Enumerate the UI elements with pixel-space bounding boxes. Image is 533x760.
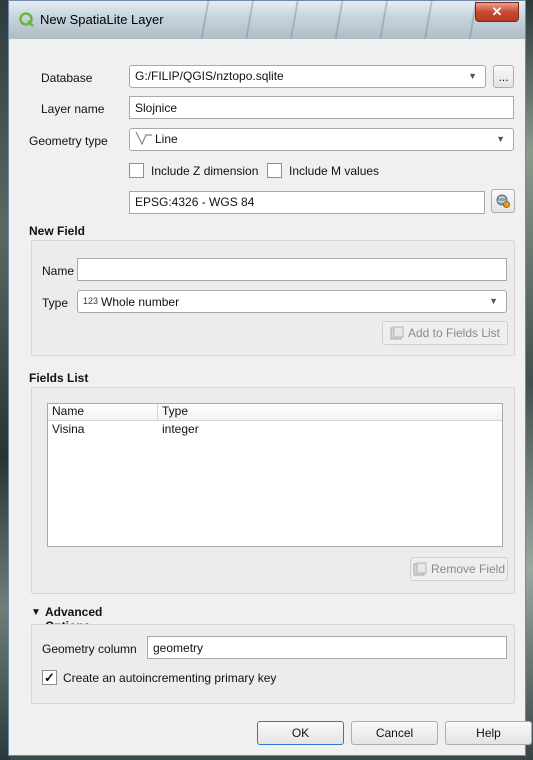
chevron-down-icon: ▼ bbox=[489, 296, 498, 306]
number-type-icon: 123 bbox=[83, 296, 99, 306]
table-header: Name Type bbox=[48, 404, 502, 421]
advanced-options-group: Geometry column ✓ Create an autoincremen… bbox=[31, 624, 515, 704]
field-type-value: Whole number bbox=[101, 295, 180, 309]
remove-field-label: Remove Field bbox=[430, 562, 506, 576]
fields-table[interactable]: Name Type Visina integer bbox=[47, 403, 503, 547]
help-button[interactable]: Help bbox=[445, 721, 532, 745]
geometry-column-label: Geometry column bbox=[42, 642, 137, 656]
browse-label: ... bbox=[498, 69, 509, 84]
dialog-content: Database G:/FILIP/QGIS/nztopo.sqlite ▼ .… bbox=[21, 39, 532, 755]
qgis-icon bbox=[19, 12, 34, 27]
geometry-column-input[interactable] bbox=[147, 636, 507, 659]
table-row[interactable]: Visina integer bbox=[48, 422, 502, 438]
fields-list-group: Name Type Visina integer Remove Field bbox=[31, 387, 515, 594]
globe-crs-icon bbox=[496, 194, 510, 208]
new-field-group: Name Type 123 Whole number ▼ Add to Field… bbox=[31, 240, 515, 356]
triangle-down-icon: ▼ bbox=[31, 607, 41, 618]
remove-field-button[interactable]: Remove Field bbox=[410, 557, 508, 581]
layer-name-label: Layer name bbox=[41, 102, 105, 116]
chevron-down-icon: ▼ bbox=[496, 134, 505, 144]
include-z-checkbox[interactable] bbox=[129, 163, 144, 178]
help-label: Help bbox=[476, 726, 501, 740]
add-field-icon bbox=[390, 326, 404, 340]
row-name-cell: Visina bbox=[52, 422, 85, 436]
field-type-combobox[interactable]: 123 Whole number ▼ bbox=[77, 290, 507, 313]
column-header-type[interactable]: Type bbox=[158, 404, 504, 420]
browse-database-button[interactable]: ... bbox=[493, 65, 514, 88]
field-type-label: Type bbox=[42, 296, 69, 310]
dialog-window: New SpatiaLite Layer ✕ Database G:/FILIP… bbox=[8, 0, 532, 756]
field-name-input[interactable] bbox=[77, 258, 507, 281]
remove-field-icon bbox=[413, 562, 427, 576]
database-combobox[interactable]: G:/FILIP/QGIS/nztopo.sqlite ▼ bbox=[129, 65, 486, 88]
check-icon: ✓ bbox=[44, 670, 55, 685]
window-title: New SpatiaLite Layer bbox=[40, 12, 164, 27]
cancel-label: Cancel bbox=[375, 726, 414, 740]
primary-key-label: Create an autoincrementing primary key bbox=[63, 671, 277, 685]
cancel-button[interactable]: Cancel bbox=[351, 721, 438, 745]
fields-list-title: Fields List bbox=[29, 371, 89, 385]
new-field-title: New Field bbox=[29, 224, 86, 238]
crs-selector[interactable]: EPSG:4326 - WGS 84 bbox=[129, 191, 485, 214]
database-label: Database bbox=[41, 71, 93, 85]
add-to-fields-list-label: Add to Fields List bbox=[407, 326, 501, 340]
title-bar-texture bbox=[189, 1, 489, 39]
ok-label: OK bbox=[291, 726, 310, 740]
geometry-type-label: Geometry type bbox=[29, 134, 108, 148]
include-m-checkbox[interactable] bbox=[267, 163, 282, 178]
line-geometry-icon bbox=[135, 131, 152, 146]
chevron-down-icon: ▼ bbox=[468, 71, 477, 81]
title-bar[interactable]: New SpatiaLite Layer ✕ bbox=[9, 1, 525, 39]
select-crs-button[interactable] bbox=[491, 189, 515, 213]
field-name-label: Name bbox=[42, 264, 75, 278]
close-icon: ✕ bbox=[491, 4, 503, 19]
row-type-cell: integer bbox=[162, 422, 199, 436]
include-m-label: Include M values bbox=[289, 164, 380, 178]
layer-name-input[interactable] bbox=[129, 96, 514, 119]
column-header-name[interactable]: Name bbox=[48, 404, 158, 420]
add-to-fields-list-button[interactable]: Add to Fields List bbox=[382, 321, 508, 345]
geometry-type-value: Line bbox=[155, 132, 178, 146]
include-z-label: Include Z dimension bbox=[151, 164, 259, 178]
primary-key-checkbox[interactable]: ✓ bbox=[42, 670, 57, 685]
geometry-type-combobox[interactable]: Line ▼ bbox=[129, 128, 514, 151]
crs-value: EPSG:4326 - WGS 84 bbox=[135, 195, 255, 209]
ok-button[interactable]: OK bbox=[257, 721, 344, 745]
close-button[interactable]: ✕ bbox=[475, 2, 519, 22]
database-value: G:/FILIP/QGIS/nztopo.sqlite bbox=[135, 69, 284, 83]
